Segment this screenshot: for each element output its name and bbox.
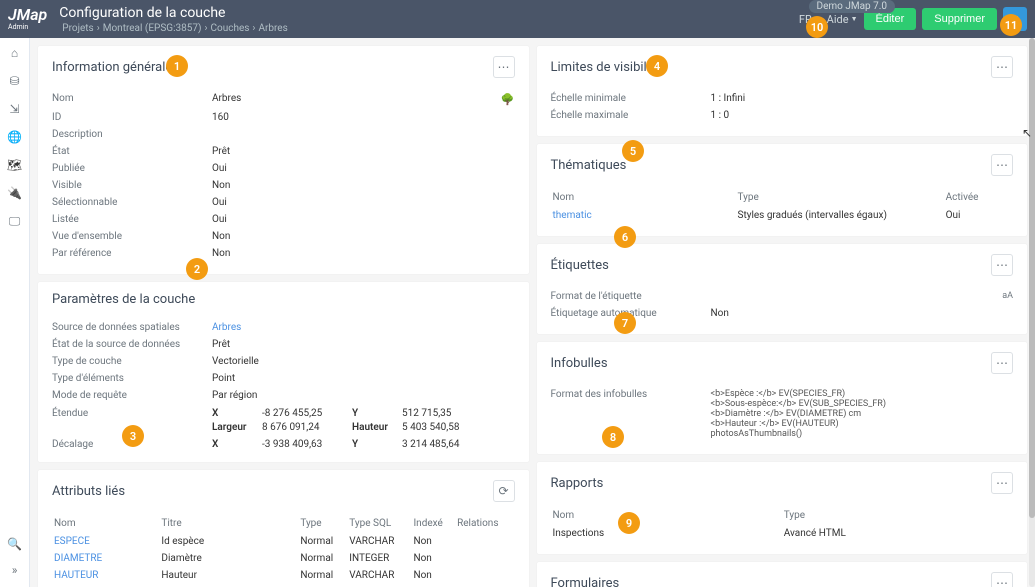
sidebar: ⌂ ⛁ ⇲ 🌐 🗺 🔌 🖵 🔍 » — [0, 38, 30, 587]
sidebar-icon-database[interactable]: ⛁ — [6, 72, 24, 90]
marker-1: 1 — [166, 55, 188, 77]
marker-6: 6 — [614, 226, 636, 248]
kv-row: Échelle minimale1 : Infini — [551, 90, 1014, 107]
sidebar-icon-home[interactable]: ⌂ — [6, 44, 24, 62]
panel-params: Paramètres de la couche Source de donnée… — [38, 282, 529, 462]
panel-title: Paramètres de la couche — [52, 292, 195, 307]
more-button[interactable]: ⋯ — [991, 472, 1013, 494]
page-title: Configuration de la couche — [59, 5, 290, 21]
marker-3: 3 — [122, 425, 144, 447]
sidebar-icon-expand[interactable]: » — [6, 561, 24, 579]
demo-pill: Demo JMap 7.0 — [809, 0, 895, 13]
breadcrumb[interactable]: Projets›Montreal (EPSG:3857)›Couches›Arb… — [59, 23, 290, 34]
thematics-table: Nom Type Activée thematicStyles gradués … — [551, 188, 1014, 224]
left-column: Information générale ⋯ NomArbres🌳ID160De… — [38, 46, 529, 579]
more-button[interactable]: ⋯ — [991, 572, 1013, 587]
sidebar-icon-plug[interactable]: 🔌 — [6, 184, 24, 202]
more-button[interactable]: ⋯ — [991, 56, 1013, 78]
refresh-button[interactable]: ⟳ — [493, 480, 515, 502]
sidebar-icon-share[interactable]: ⇲ — [6, 100, 24, 118]
panel-reports: Rapports ⋯ Nom Type InspectionsAvancé HT… — [537, 462, 1028, 554]
panel-title: Infobulles — [551, 356, 608, 371]
kv-row: SélectionnableOui — [52, 194, 515, 211]
topbar: JMap Admin Configuration de la couche Pr… — [0, 0, 1035, 38]
kv-row: Description — [52, 126, 515, 143]
panel-thematics: Thématiques ⋯ Nom Type Activée thematicS… — [537, 144, 1028, 236]
help-menu[interactable]: Aide▼ — [827, 13, 858, 26]
logo: JMap Admin — [8, 7, 47, 31]
kv-row: Type d'élémentsPoint — [52, 370, 515, 387]
panel-title: Rapports — [551, 476, 604, 491]
marker-5: 5 — [622, 140, 644, 162]
panel-limits: Limites de visibilité ⋯ Échelle minimale… — [537, 46, 1028, 136]
panel-title: Information générale — [52, 60, 172, 75]
delete-button[interactable]: Supprimer — [922, 8, 997, 30]
panel-title: Attributs liés — [52, 484, 125, 499]
table-row: ESPECEId espèceNormalVARCHARNon — [52, 533, 515, 550]
right-column: Limites de visibilité ⋯ Échelle minimale… — [537, 46, 1028, 579]
marker-2: 2 — [186, 258, 208, 280]
panel-title: Thématiques — [551, 158, 627, 173]
kv-row: Vue d'ensembleNon — [52, 228, 515, 245]
panel-general: Information générale ⋯ NomArbres🌳ID160De… — [38, 46, 529, 274]
panel-forms: Formulaires ⋯ Nom Type FormulaireAttribu… — [537, 562, 1028, 587]
marker-4: 4 — [646, 55, 668, 77]
table-row: HAUTEURHauteurNormalVARCHARNon — [52, 567, 515, 584]
marker-9: 9 — [618, 512, 640, 534]
sidebar-icon-map[interactable]: 🗺 — [6, 156, 24, 174]
more-button[interactable]: ⋯ — [991, 352, 1013, 374]
kv-row: Échelle maximale1 : 0 — [551, 107, 1014, 124]
kv-row: Mode de requêtePar région — [52, 387, 515, 404]
kv-row: ÉtatPrêt — [52, 143, 515, 160]
kv-row: ListéeOui — [52, 211, 515, 228]
chevron-down-icon: ▼ — [851, 15, 858, 23]
sidebar-icon-globe[interactable]: 🌐 — [6, 128, 24, 146]
sidebar-icon-search[interactable]: 🔍 — [6, 535, 24, 553]
kv-row: VisibleNon — [52, 177, 515, 194]
marker-10: 10 — [806, 16, 828, 38]
panel-title: Étiquettes — [551, 258, 609, 273]
kv-row: NomArbres🌳 — [52, 90, 515, 109]
table-row: DIAMETREDiamètreNormalINTEGERNon — [52, 550, 515, 567]
panel-attrs: Attributs liés ⟳ NomTitreTypeType SQLInd… — [38, 470, 529, 587]
kv-row: Par référenceNon — [52, 245, 515, 262]
content: Information générale ⋯ NomArbres🌳ID160De… — [30, 38, 1035, 587]
panel-labels: Étiquettes ⋯ Format de l'étiquetteaA Éti… — [537, 244, 1028, 334]
marker-8: 8 — [602, 426, 624, 448]
kv-row: PubliéeOui — [52, 160, 515, 177]
attrs-table: NomTitreTypeType SQLIndexéRelations ESPE… — [52, 514, 515, 587]
kv-row: Type de coucheVectorielle — [52, 353, 515, 370]
tree-icon: 🌳 — [501, 93, 515, 106]
marker-11: 11 — [1000, 14, 1022, 36]
title-block: Configuration de la couche Projets›Montr… — [59, 5, 290, 34]
marker-7: 7 — [614, 312, 636, 334]
kv-row: ID160 — [52, 109, 515, 126]
more-button[interactable]: ⋯ — [991, 254, 1013, 276]
sidebar-icon-desktop[interactable]: 🖵 — [6, 212, 24, 230]
extent-label: Étendue — [52, 408, 212, 419]
kv-row: Source de données spatialesArbres — [52, 319, 515, 336]
panel-title: Limites de visibilité — [551, 60, 662, 75]
kv-row: État de la source de donnéesPrêt — [52, 336, 515, 353]
more-button[interactable]: ⋯ — [493, 56, 515, 78]
panel-title: Formulaires — [551, 576, 620, 587]
scrollbar[interactable] — [1029, 38, 1035, 587]
table-row: thematicStyles gradués (intervalles égau… — [551, 207, 1014, 224]
more-button[interactable]: ⋯ — [991, 154, 1013, 176]
